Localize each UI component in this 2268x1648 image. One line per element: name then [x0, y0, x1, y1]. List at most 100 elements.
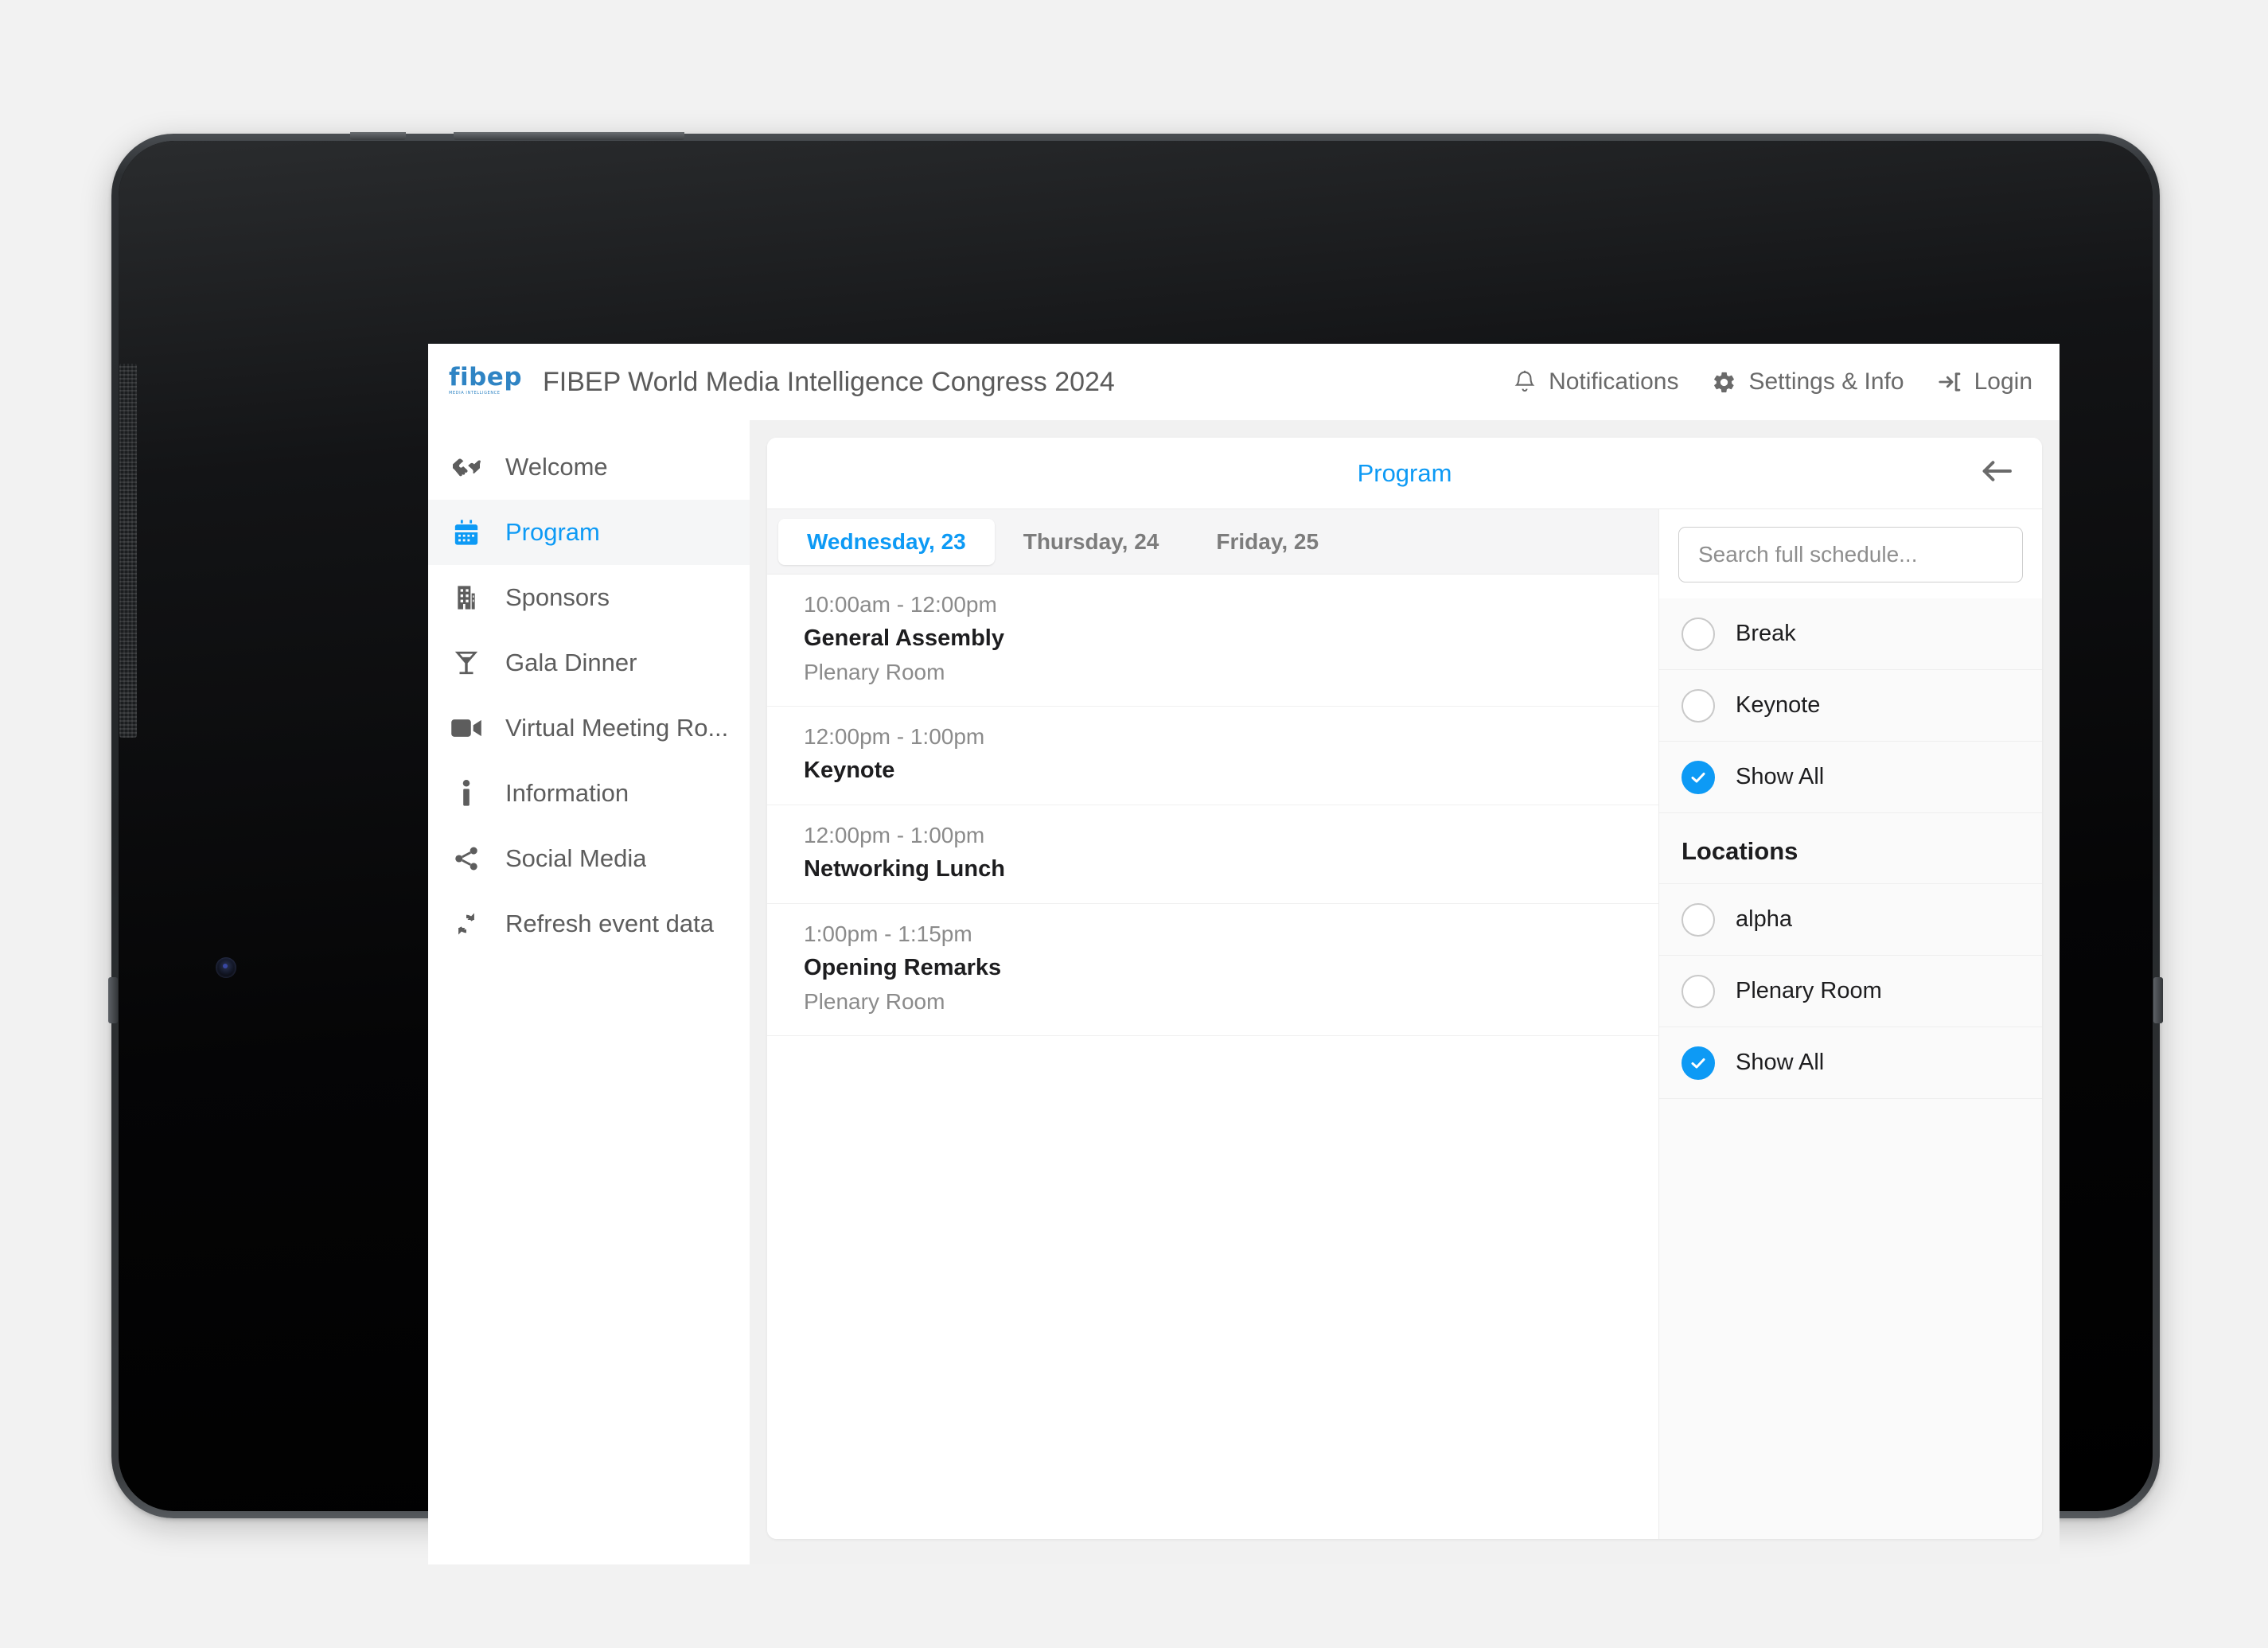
sidebar-item-gala-dinner[interactable]: Gala Dinner — [428, 630, 750, 695]
event-app-window: fibep MEDIA INTELLIGENCE FIBEP World Med… — [428, 344, 2060, 1564]
tab-thursday-24[interactable]: Thursday, 24 — [995, 519, 1188, 565]
device-right-side-tab — [2153, 977, 2163, 1023]
notifications-button[interactable]: Notifications — [1513, 368, 1678, 395]
schedule-column: Wednesday, 23 Thursday, 24 Friday, 25 10… — [767, 509, 1658, 1539]
sidebar: Welcome Program Sponsors Gala Dinner Vir… — [428, 420, 750, 1564]
sidebar-item-social-media[interactable]: Social Media — [428, 826, 750, 891]
locations-heading: Locations — [1659, 813, 2042, 884]
radio-unchecked-icon — [1682, 617, 1715, 651]
brand: fibep MEDIA INTELLIGENCE FIBEP World Med… — [449, 365, 1115, 398]
session-time: 12:00pm - 1:00pm — [804, 724, 985, 749]
sidebar-item-information[interactable]: Information — [428, 761, 750, 826]
filter-label: Show All — [1736, 764, 1825, 789]
session-row[interactable]: 12:00pm - 1:00pm Keynote — [767, 707, 1658, 805]
session-name: Opening Remarks — [804, 955, 1002, 980]
session-name: Keynote — [804, 758, 895, 783]
filter-location-plenary-room[interactable]: Plenary Room — [1659, 956, 2042, 1027]
session-time: 1:00pm - 1:15pm — [804, 921, 972, 946]
filter-type-show-all[interactable]: Show All — [1659, 742, 2042, 813]
sidebar-item-label: Gala Dinner — [505, 649, 637, 676]
video-camera-icon — [450, 718, 482, 738]
day-tabs: Wednesday, 23 Thursday, 24 Friday, 25 — [767, 509, 1658, 575]
radio-checked-icon — [1682, 760, 1715, 794]
filter-location-show-all[interactable]: Show All — [1659, 1027, 2042, 1099]
calendar-icon — [450, 519, 482, 546]
filter-label: alpha — [1736, 906, 1792, 932]
app-body: Welcome Program Sponsors Gala Dinner Vir… — [428, 420, 2060, 1564]
search-wrap — [1659, 509, 2042, 598]
sidebar-item-label: Social Media — [505, 844, 647, 872]
filter-type-keynote[interactable]: Keynote — [1659, 670, 2042, 742]
arrow-left-icon — [1981, 458, 2013, 489]
settings-info-button[interactable]: Settings & Info — [1712, 368, 1904, 395]
filter-location-alpha[interactable]: alpha — [1659, 884, 2042, 956]
header-actions: Notifications Settings & Info Login — [1513, 368, 2032, 395]
login-button[interactable]: Login — [1938, 368, 2032, 395]
session-time: 12:00pm - 1:00pm — [804, 823, 985, 847]
radio-checked-icon — [1682, 1046, 1715, 1080]
session-name: Networking Lunch — [804, 856, 1005, 882]
card-topbar: Program — [767, 438, 2042, 509]
fibep-logo-tagline: MEDIA INTELLIGENCE — [449, 391, 501, 395]
building-icon — [450, 585, 482, 610]
sidebar-item-label: Program — [505, 518, 600, 546]
tab-friday-25[interactable]: Friday, 25 — [1187, 519, 1347, 565]
fibep-logo-icon: fibep MEDIA INTELLIGENCE — [449, 365, 522, 395]
filter-label: Keynote — [1736, 692, 1821, 718]
sidebar-item-label: Refresh event data — [505, 910, 714, 937]
filter-label: Plenary Room — [1736, 978, 1882, 1003]
sidebar-item-label: Welcome — [505, 453, 608, 481]
card-main: Wednesday, 23 Thursday, 24 Friday, 25 10… — [767, 509, 2042, 1539]
handshake-icon — [450, 457, 482, 477]
sidebar-item-label: Sponsors — [505, 583, 610, 611]
device-speaker-grill — [119, 364, 137, 738]
share-icon — [450, 845, 482, 872]
session-row[interactable]: 12:00pm - 1:00pm Networking Lunch — [767, 805, 1658, 904]
fibep-logo-text: fibep — [449, 363, 523, 392]
radio-unchecked-icon — [1682, 688, 1715, 723]
tablet-device-frame: fibep MEDIA INTELLIGENCE FIBEP World Med… — [108, 132, 2163, 1564]
front-camera-left-icon — [216, 957, 236, 978]
notifications-label: Notifications — [1549, 368, 1679, 395]
radio-unchecked-icon — [1682, 974, 1715, 1008]
bell-icon — [1513, 369, 1537, 395]
radio-unchecked-icon — [1682, 902, 1715, 937]
sidebar-item-program[interactable]: Program — [428, 500, 750, 565]
content-region: Program Wednesday, 23 Thursday, 24 Frida… — [750, 420, 2060, 1564]
cocktail-glass-icon — [450, 649, 482, 676]
program-card: Program Wednesday, 23 Thursday, 24 Frida… — [767, 438, 2042, 1539]
page-title: FIBEP World Media Intelligence Congress … — [543, 366, 1115, 397]
session-row[interactable]: 1:00pm - 1:15pm Opening Remarks Plenary … — [767, 904, 1658, 1036]
app-header: fibep MEDIA INTELLIGENCE FIBEP World Med… — [428, 344, 2060, 420]
device-left-side-tab — [108, 977, 118, 1023]
session-location: Plenary Room — [804, 989, 945, 1014]
sidebar-item-virtual-meeting-rooms[interactable]: Virtual Meeting Ro... — [428, 695, 750, 761]
filter-label: Show All — [1736, 1050, 1825, 1075]
gear-icon — [1712, 370, 1736, 395]
back-button[interactable] — [1978, 455, 2015, 492]
info-icon — [450, 780, 482, 807]
filter-label: Break — [1736, 621, 1796, 646]
sidebar-item-label: Virtual Meeting Ro... — [505, 714, 729, 742]
filter-column: Break Keynote — [1658, 509, 2042, 1539]
session-time: 10:00am - 12:00pm — [804, 592, 997, 617]
sidebar-item-welcome[interactable]: Welcome — [428, 434, 750, 500]
refresh-icon — [450, 910, 482, 937]
settings-info-label: Settings & Info — [1748, 368, 1904, 395]
session-list: 10:00am - 12:00pm General Assembly Plena… — [767, 575, 1658, 1539]
filter-type-break[interactable]: Break — [1659, 598, 2042, 670]
search-input[interactable] — [1678, 527, 2023, 582]
session-row[interactable]: 10:00am - 12:00pm General Assembly Plena… — [767, 575, 1658, 707]
login-label: Login — [1974, 368, 2032, 395]
device-top-button-small — [350, 132, 406, 140]
session-location: Plenary Room — [804, 660, 945, 684]
sidebar-item-sponsors[interactable]: Sponsors — [428, 565, 750, 630]
session-name: General Assembly — [804, 625, 1004, 651]
sidebar-item-label: Information — [505, 779, 629, 807]
tab-wednesday-23[interactable]: Wednesday, 23 — [778, 518, 995, 565]
login-arrow-icon — [1938, 371, 1962, 393]
sidebar-item-refresh-event-data[interactable]: Refresh event data — [428, 891, 750, 956]
card-title: Program — [1357, 458, 1452, 487]
device-top-button-large — [454, 132, 684, 140]
scene: fibep MEDIA INTELLIGENCE FIBEP World Med… — [0, 0, 2268, 1648]
